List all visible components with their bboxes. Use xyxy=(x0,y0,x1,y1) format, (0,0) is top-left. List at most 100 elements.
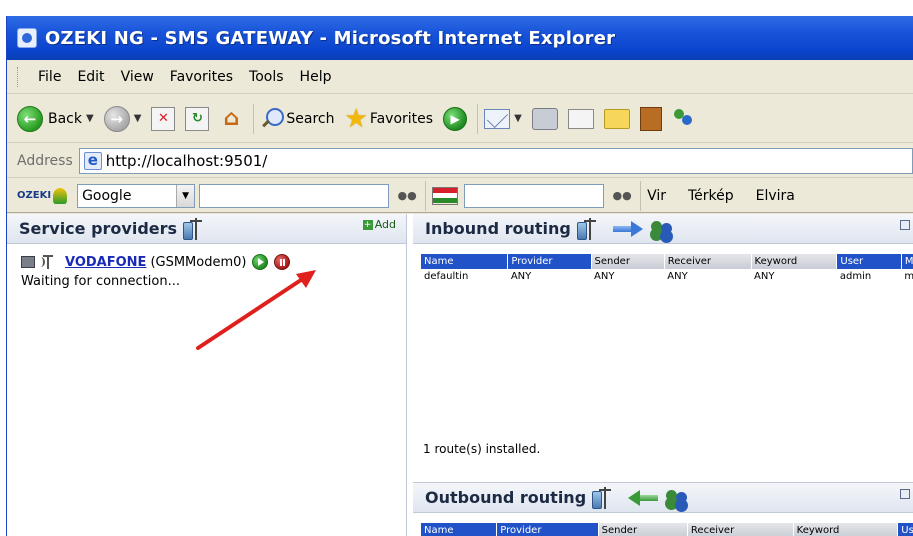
outbound-routing-title: Outbound routing xyxy=(425,488,587,507)
back-dropdown-icon[interactable]: ▼ xyxy=(86,113,94,124)
service-providers-header: Service providers + Add xyxy=(7,214,406,244)
back-button[interactable]: ← Back ▼ xyxy=(17,105,94,132)
home-button[interactable]: ⌂ xyxy=(219,106,243,131)
address-bar: Address http://localhost:9501/ xyxy=(7,144,913,178)
menu-help[interactable]: Help xyxy=(292,69,340,85)
mail-dropdown-icon[interactable]: ▼ xyxy=(514,113,522,124)
media-button[interactable]: ▶ xyxy=(443,106,468,131)
col-provider[interactable]: Provider xyxy=(496,523,599,536)
arrow-right-icon xyxy=(612,220,643,237)
star-icon: ★ xyxy=(344,103,368,134)
phone-tower-icon xyxy=(576,217,607,240)
menu-bar: File Edit View Favorites Tools Help xyxy=(7,60,913,94)
col-keyword[interactable]: Keyword xyxy=(793,523,899,536)
inbound-routing-title: Inbound routing xyxy=(425,219,571,238)
routing-area: Inbound routing Name Provider Sender Rec… xyxy=(409,214,913,536)
phone-tower-icon xyxy=(592,486,622,509)
search-engine-value: Google xyxy=(82,187,132,204)
page-icon xyxy=(83,151,102,170)
mail-icon xyxy=(484,108,511,129)
cell-keyword: ANY xyxy=(754,271,775,282)
address-url: http://localhost:9501/ xyxy=(105,151,268,170)
table-row[interactable]: defaultin ANY ANY ANY ANY admin move xyxy=(421,269,913,284)
binoculars-icon[interactable]: ●● xyxy=(612,188,631,204)
edit-icon xyxy=(567,108,594,129)
hungarian-flag-icon[interactable] xyxy=(432,186,459,205)
cell-sender: ANY xyxy=(594,271,615,282)
menu-edit[interactable]: Edit xyxy=(69,69,112,85)
toolbar-separator xyxy=(477,103,479,134)
inbound-options-icon[interactable] xyxy=(900,220,910,230)
outbound-routing-panel: Outbound routing Name Provider Sender Re… xyxy=(413,482,913,536)
col-user[interactable]: User xyxy=(897,523,913,536)
address-input[interactable]: http://localhost:9501/ xyxy=(78,147,913,174)
binoculars-icon[interactable]: ●● xyxy=(397,188,416,204)
toolbar-separator xyxy=(425,180,427,211)
add-provider-label: Add xyxy=(374,218,396,231)
address-label: Address xyxy=(17,152,73,169)
search-label: Search xyxy=(286,110,335,127)
col-keyword[interactable]: Keyword xyxy=(751,254,838,269)
forward-button[interactable]: → ▼ xyxy=(103,105,142,132)
inbound-route-count: 1 route(s) installed. xyxy=(423,442,541,456)
col-receiver[interactable]: Receiver xyxy=(687,523,794,536)
menu-favorites[interactable]: Favorites xyxy=(162,69,241,85)
phone-tower-icon xyxy=(183,217,213,240)
printer-icon xyxy=(531,107,558,130)
link-vir[interactable]: Vir xyxy=(647,188,666,204)
provider-link[interactable]: VODAFONE xyxy=(65,255,146,270)
col-sender[interactable]: Sender xyxy=(598,523,688,536)
col-mode[interactable]: Mode xyxy=(901,254,913,269)
research-button[interactable] xyxy=(639,106,662,131)
ozeki-logo[interactable]: OZEKI xyxy=(17,187,68,204)
inbound-routing-panel: Inbound routing Name Provider Sender Rec… xyxy=(413,214,913,482)
edit-button[interactable] xyxy=(567,108,594,129)
col-provider[interactable]: Provider xyxy=(507,254,592,269)
ozeki-logo-text: OZEKI xyxy=(17,190,52,201)
gsm-modem-icon xyxy=(21,255,61,269)
discuss-button[interactable] xyxy=(603,108,630,129)
users-icon xyxy=(649,218,675,240)
inbound-routes-table: Name Provider Sender Receiver Keyword Us… xyxy=(421,254,913,284)
link-terkep[interactable]: Térkép xyxy=(688,188,734,204)
home-icon: ⌂ xyxy=(223,106,240,131)
title-bar[interactable]: OZEKI NG - SMS GATEWAY - Microsoft Inter… xyxy=(7,16,913,60)
mail-button[interactable]: ▼ xyxy=(484,108,522,129)
col-name[interactable]: Name xyxy=(421,523,498,536)
chevron-down-icon[interactable]: ▼ xyxy=(176,184,195,207)
cell-name: defaultin xyxy=(424,271,469,282)
messenger-button[interactable] xyxy=(672,107,694,131)
search-button[interactable]: Search xyxy=(260,107,335,131)
window-title: OZEKI NG - SMS GATEWAY - Microsoft Inter… xyxy=(45,27,616,49)
refresh-icon: ↻ xyxy=(185,106,210,131)
col-user[interactable]: User xyxy=(836,254,902,269)
cell-mode: move xyxy=(901,269,913,284)
menu-file[interactable]: File xyxy=(30,69,69,85)
menu-grip xyxy=(17,66,20,87)
messenger-icon xyxy=(672,107,694,131)
search-icon xyxy=(260,107,285,131)
outbound-routing-header: Outbound routing xyxy=(413,483,913,513)
dictionary-input[interactable] xyxy=(464,183,605,208)
search-engine-select[interactable]: Google ▼ xyxy=(77,183,196,208)
stop-button[interactable]: ✕ xyxy=(151,106,176,131)
outbound-options-icon[interactable] xyxy=(900,489,910,499)
browser-window: OZEKI NG - SMS GATEWAY - Microsoft Inter… xyxy=(6,16,913,536)
col-receiver[interactable]: Receiver xyxy=(664,254,752,269)
menu-tools[interactable]: Tools xyxy=(241,69,292,85)
col-name[interactable]: Name xyxy=(421,254,509,269)
forward-dropdown-icon[interactable]: ▼ xyxy=(134,113,142,124)
col-sender[interactable]: Sender xyxy=(591,254,665,269)
ie-window-icon xyxy=(17,28,37,48)
add-provider-button[interactable]: + Add xyxy=(362,218,396,231)
plus-icon: + xyxy=(362,219,373,230)
favorites-label: Favorites xyxy=(369,110,434,127)
refresh-button[interactable]: ↻ xyxy=(185,106,210,131)
search-query-input[interactable] xyxy=(199,183,390,208)
menu-view[interactable]: View xyxy=(113,69,162,85)
link-elvira[interactable]: Elvira xyxy=(756,188,795,204)
favorites-button[interactable]: ★ Favorites xyxy=(344,103,434,134)
annotation-arrow xyxy=(196,270,316,350)
service-providers-panel: Service providers + Add VODAFONE (GSMMod… xyxy=(7,214,407,536)
print-button[interactable] xyxy=(531,107,558,130)
